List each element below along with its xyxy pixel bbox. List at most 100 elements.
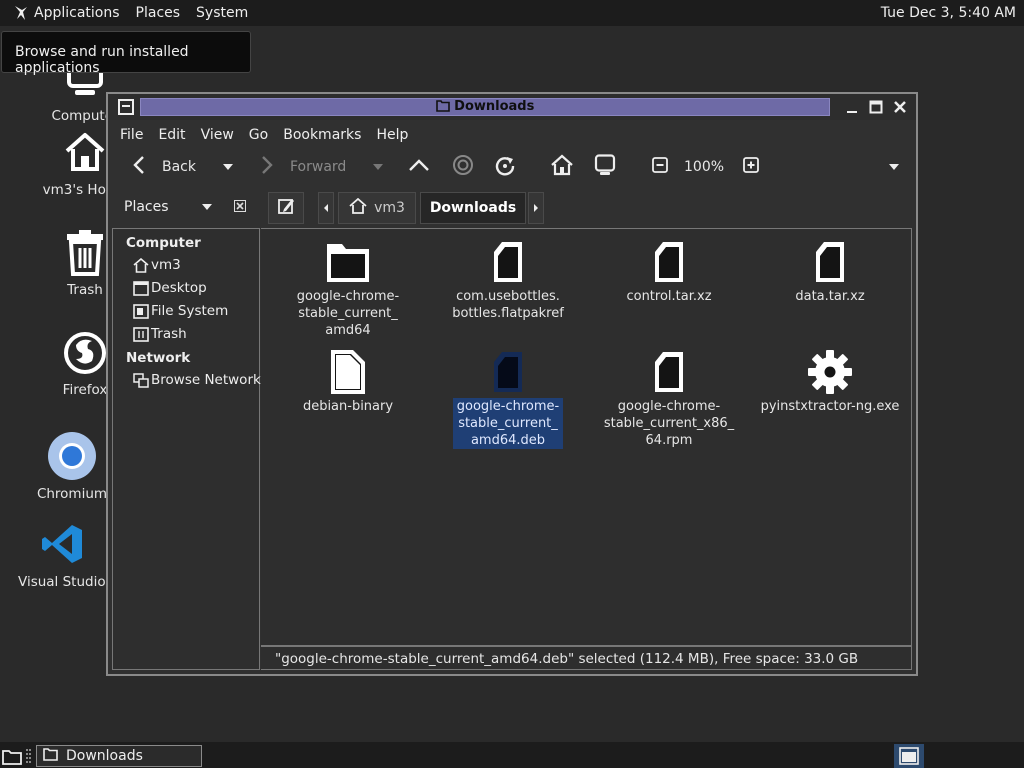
file-item[interactable]: com.usebottles. bottles.flatpakref [438,237,578,322]
back-history-dropdown[interactable] [222,163,234,171]
stop-button[interactable] [452,154,474,180]
window-menu-icon[interactable] [118,99,134,115]
crumb-scroll-left[interactable] [318,192,334,224]
crumb-vm3[interactable]: vm3 [338,192,416,224]
desktop-icon-chromium[interactable]: Chromium [27,428,117,502]
crumb-downloads[interactable]: Downloads [420,192,526,224]
computer-icon [594,154,616,180]
home-button[interactable] [550,154,574,180]
close-sidebar-icon[interactable] [234,200,246,216]
file-name: google-chrome- stable_current_ amd64 [296,289,400,338]
trash-icon [133,326,149,342]
menu-view[interactable]: View [201,127,234,143]
up-button[interactable] [408,157,430,177]
back-arrow-icon [132,155,146,179]
file-name: control.tar.xz [626,289,712,304]
file-icon [805,237,855,287]
file-item[interactable]: pyinstxtractor-ng.exe [760,347,900,415]
file-manager-window: Downloads File Edit View Go Bookmarks He… [106,92,918,676]
network-icon [133,372,149,388]
show-desktop-icon[interactable] [2,745,22,765]
toggle-location-button[interactable] [268,192,304,224]
workspace-switcher-icon[interactable] [894,744,924,768]
file-item[interactable]: google-chrome- stable_current_ amd64 [278,237,418,339]
trash-icon [57,224,113,280]
home-icon [349,197,367,218]
window-title: Downloads [454,99,535,114]
stop-icon [452,154,474,180]
file-icon [483,347,533,397]
menu-help[interactable]: Help [376,127,408,143]
computer-button[interactable] [594,154,616,180]
file-icon [483,237,533,287]
title-bar-highlight: Downloads [140,98,830,116]
menu-system[interactable]: System [196,5,248,21]
menu-file[interactable]: File [120,127,143,143]
forward-button[interactable]: Forward [260,155,346,179]
sidebar-heading-network: Network [126,350,191,366]
clock[interactable]: Tue Dec 3, 5:40 AM [881,5,1016,21]
tooltip: Browse and run installed applications [1,31,251,76]
up-arrow-icon [408,157,430,177]
zoom-out-button[interactable] [652,157,668,177]
menu-applications[interactable]: Applications [34,5,120,21]
menu-places[interactable]: Places [136,5,181,21]
status-bar: "google-chrome-stable_current_amd64.deb"… [261,646,912,670]
gear-icon [805,347,855,397]
zoom-in-button[interactable] [743,157,759,177]
top-panel: Applications Places System Tue Dec 3, 5:… [0,0,1024,26]
zoom-in-icon [743,157,759,177]
location-bar: Places vm3 Downloads [112,190,912,224]
task-label: Downloads [66,748,143,764]
file-item[interactable]: debian-binary [278,347,418,415]
sidebar-item-desktop[interactable]: Desktop [133,280,207,296]
menu-go[interactable]: Go [249,127,268,143]
home-icon [550,154,574,180]
sidebar-item-browse-network[interactable]: Browse Network [133,372,261,388]
desktop-label: Chromium [36,486,108,502]
back-button[interactable]: Back [132,155,196,179]
home-icon [133,257,149,273]
menu-edit[interactable]: Edit [158,127,185,143]
sidebar-item-vm3[interactable]: vm3 [133,257,181,273]
forward-history-dropdown[interactable] [372,163,384,171]
vscode-icon [35,516,91,572]
sidebar-item-trash[interactable]: Trash [133,326,187,342]
title-bar[interactable]: Downloads [108,94,916,120]
file-name: com.usebottles. bottles.flatpakref [452,289,564,321]
panel-handle-icon[interactable] [26,748,32,768]
file-item[interactable]: data.tar.xz [760,237,900,305]
folder-icon [43,747,58,765]
file-item[interactable]: google-chrome- stable_current_x86_ 64.rp… [599,347,739,449]
file-name: data.tar.xz [795,289,865,304]
crumb-scroll-right[interactable] [528,192,544,224]
taskbar-button-downloads[interactable]: Downloads [36,745,202,767]
file-name: google-chrome- stable_current_ amd64.deb [452,398,564,449]
desktop-icon [133,280,149,296]
menu-bookmarks[interactable]: Bookmarks [283,127,361,143]
drive-icon [133,303,149,319]
file-name: debian-binary [302,399,394,414]
desktop-icon-vscode[interactable]: Visual Studio Code [18,516,108,590]
toolbar-overflow-dropdown[interactable] [888,163,900,171]
crumb-label: Downloads [429,200,517,216]
menubar: File Edit View Go Bookmarks Help [112,122,912,148]
chevron-down-icon [201,200,213,215]
file-item-selected[interactable]: google-chrome- stable_current_ amd64.deb [438,347,578,449]
reload-icon [494,154,516,180]
sidebar-item-filesystem[interactable]: File System [133,303,228,319]
distro-logo-icon[interactable] [10,2,32,24]
maximize-button[interactable] [864,96,888,118]
file-view[interactable]: google-chrome- stable_current_ amd64 com… [261,228,912,646]
reload-button[interactable] [494,154,516,180]
zoom-level[interactable]: 100% [684,159,724,175]
forward-label: Forward [290,159,347,175]
file-item[interactable]: control.tar.xz [599,237,739,305]
file-icon [644,347,694,397]
edit-location-icon [277,197,295,219]
file-name: google-chrome- stable_current_x86_ 64.rp… [603,399,735,448]
file-name: pyinstxtractor-ng.exe [760,399,900,414]
minimize-button[interactable] [840,96,864,118]
home-icon [57,124,113,180]
close-button[interactable] [888,96,912,118]
